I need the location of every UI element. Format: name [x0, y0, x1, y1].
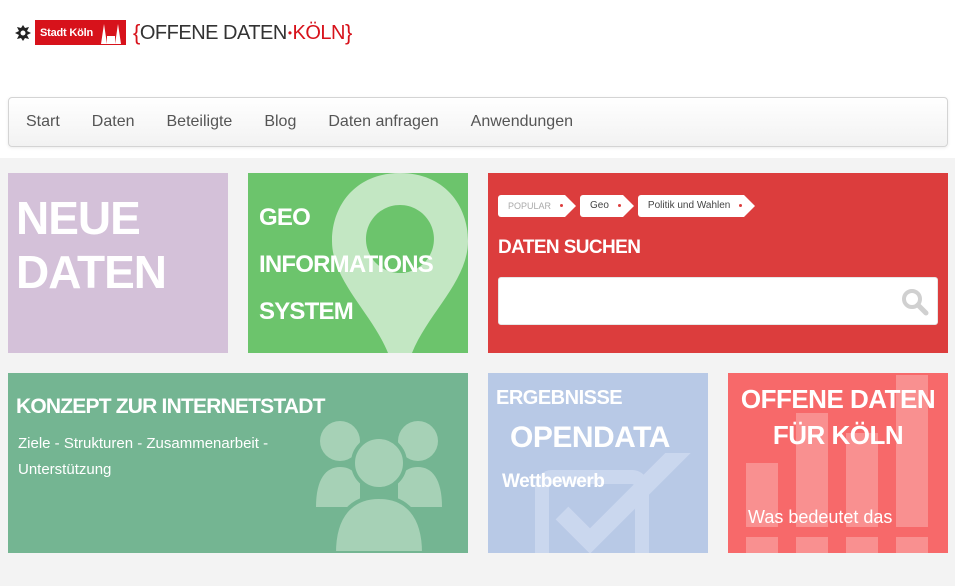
- tile-ergebnisse-opendata[interactable]: ERGEBNISSE OPENDATA Wettbewerb: [488, 373, 708, 553]
- search-input[interactable]: [499, 278, 889, 324]
- nav-item-start[interactable]: Start: [26, 113, 60, 131]
- brand-left: OFFENE DATEN: [139, 21, 287, 44]
- geo-line1: GEO: [259, 204, 311, 231]
- search-icon[interactable]: [901, 288, 929, 316]
- ergebnisse-line3: Wettbewerb: [502, 471, 605, 492]
- offene-line1: OFFENE DATEN: [740, 384, 936, 414]
- city-label: Stadt Köln: [40, 26, 93, 39]
- brand-right: KÖLN: [292, 21, 346, 44]
- ergebnisse-line2: OPENDATA: [510, 421, 670, 454]
- checkbox-check-icon: [535, 453, 691, 553]
- tile-geo-informationssystem[interactable]: GEO INFORMATIONS SYSTEM: [248, 173, 468, 353]
- people-group-icon: [316, 421, 442, 553]
- geo-line3: SYSTEM: [259, 298, 354, 325]
- tag-politik-und-wahlen[interactable]: Politik und Wahlen: [637, 195, 756, 217]
- neue-daten-line1: NEUE: [16, 192, 141, 244]
- tile-grid: NEUE DATEN GEO INFORMATIONS SYSTEM POPUL…: [0, 158, 955, 586]
- tile-daten-suchen: POPULAR Geo Politik und Wahlen DATEN SUC…: [488, 173, 948, 353]
- tile-offene-daten-fuer-koeln[interactable]: OFFENE DATEN FÜR KÖLN Was bedeutet das: [728, 373, 948, 553]
- brace-open: {: [133, 20, 140, 45]
- nav-item-beteiligte[interactable]: Beteiligte: [167, 113, 233, 131]
- neue-daten-line2: DATEN: [16, 246, 167, 298]
- geo-heading: GEO INFORMATIONS SYSTEM: [259, 194, 434, 335]
- tag-geo[interactable]: Geo: [580, 195, 634, 217]
- konzept-title: KONZEPT ZUR INTERNETSTADT: [16, 395, 325, 418]
- offene-daten-koeln-logo[interactable]: { OFFENE DATEN • KÖLN }: [133, 20, 352, 46]
- tag-list: POPULAR Geo Politik und Wahlen: [498, 195, 759, 217]
- coat-of-arms-icon: [10, 20, 36, 45]
- nav-item-anwendungen[interactable]: Anwendungen: [471, 113, 573, 131]
- geo-line2: INFORMATIONS: [259, 251, 434, 278]
- site-header: Stadt Köln { OFFENE DATEN • KÖLN }: [0, 0, 955, 90]
- search-title: DATEN SUCHEN: [498, 237, 641, 258]
- brace-close: }: [345, 20, 352, 45]
- cathedral-icon: [101, 23, 121, 44]
- main-navigation: Start Daten Beteiligte Blog Daten anfrag…: [8, 97, 948, 147]
- tag-popular: POPULAR: [498, 195, 577, 217]
- brand-dot: •: [287, 26, 292, 40]
- konzept-subtitle: Ziele - Strukturen - Zusammenarbeit - Un…: [18, 435, 269, 478]
- tile-konzept-internetstadt[interactable]: KONZEPT ZUR INTERNETSTADT Ziele - Strukt…: [8, 373, 468, 553]
- stadt-koeln-logo[interactable]: Stadt Köln: [10, 20, 126, 45]
- search-box: [498, 277, 938, 325]
- offene-subtitle: Was bedeutet das: [748, 507, 893, 527]
- offene-heading: OFFENE DATEN FÜR KÖLN: [728, 381, 948, 453]
- neue-daten-heading: NEUE DATEN: [16, 191, 167, 299]
- nav-item-blog[interactable]: Blog: [264, 113, 296, 131]
- nav-item-daten[interactable]: Daten: [92, 113, 135, 131]
- ergebnisse-line1: ERGEBNISSE: [496, 387, 623, 409]
- nav-item-daten-anfragen[interactable]: Daten anfragen: [328, 113, 438, 131]
- offene-line2: FÜR KÖLN: [772, 420, 904, 450]
- tile-neue-daten[interactable]: NEUE DATEN: [8, 173, 228, 353]
